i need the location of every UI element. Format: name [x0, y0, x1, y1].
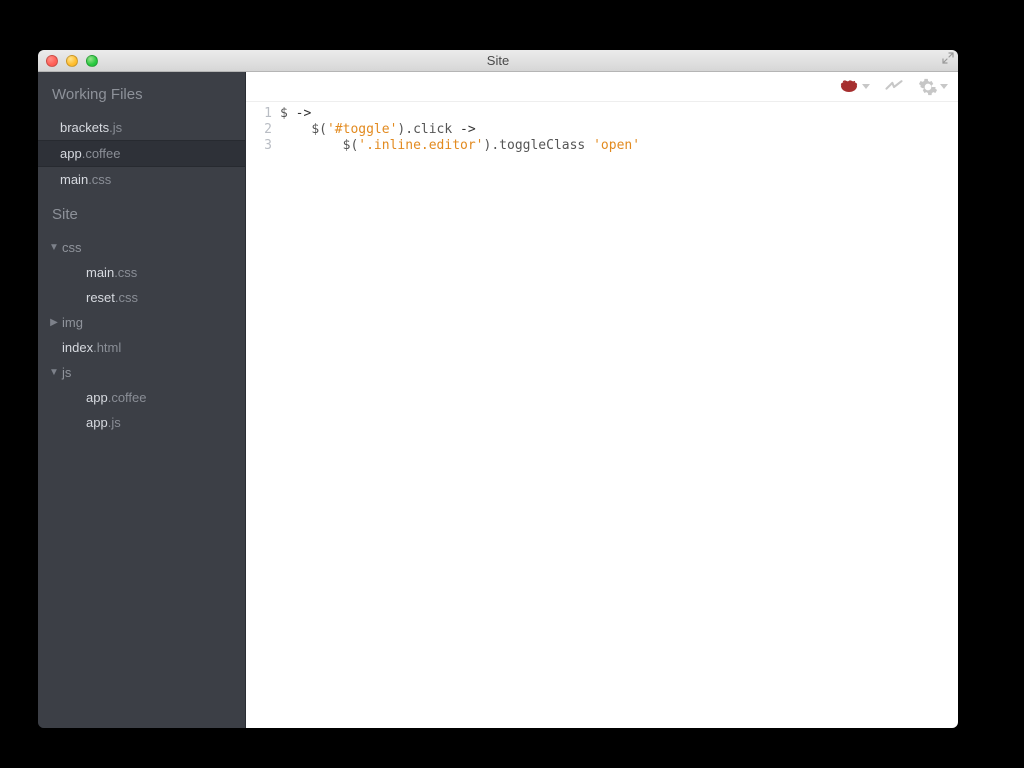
tree-file[interactable]: main.css	[38, 260, 245, 285]
file-basename: main	[86, 265, 114, 280]
file-ext: .js	[108, 415, 121, 430]
code-token: $(	[343, 138, 359, 153]
line-number: 3	[246, 138, 272, 154]
code-token: '#toggle'	[327, 122, 397, 137]
chevron-down-icon[interactable]: ▼	[48, 367, 60, 378]
working-files-header: Working Files	[38, 72, 245, 115]
titlebar: Site	[38, 50, 958, 72]
tree-file[interactable]: app.js	[38, 410, 245, 435]
chevron-right-icon[interactable]: ▶	[48, 317, 60, 328]
code-token: ).toggleClass	[484, 138, 594, 153]
code-line[interactable]: $('#toggle').click ->	[280, 122, 958, 138]
live-preview-button[interactable]	[884, 78, 904, 96]
tree-folder[interactable]: ▶img	[38, 310, 245, 335]
code-line[interactable]: $ ->	[280, 106, 958, 122]
working-file-item[interactable]: app.coffee	[38, 140, 245, 167]
chevron-down-icon	[940, 84, 948, 89]
file-basename: app	[60, 146, 82, 161]
coffeescript-button[interactable]	[838, 78, 870, 96]
working-file-item[interactable]: main.css	[38, 167, 245, 192]
code-token: ->	[296, 106, 312, 121]
tree-file[interactable]: app.coffee	[38, 385, 245, 410]
code-token: '.inline.editor'	[358, 138, 483, 153]
code-area[interactable]: $ -> $('#toggle').click -> $('.inline.ed…	[280, 106, 958, 728]
file-basename: brackets	[60, 120, 109, 135]
file-ext: .coffee	[82, 146, 121, 161]
app-window: Site Working Files brackets.jsapp.coffee…	[38, 50, 958, 728]
file-basename: app	[86, 390, 108, 405]
editor-toolbar	[246, 72, 958, 102]
code-token: $	[280, 106, 296, 121]
file-ext: .css	[88, 172, 111, 187]
file-basename: main	[60, 172, 88, 187]
file-ext: .css	[115, 290, 138, 305]
tree-folder[interactable]: ▼css	[38, 235, 245, 260]
tree-folder[interactable]: ▼js	[38, 360, 245, 385]
window-controls	[38, 55, 98, 67]
line-number: 1	[246, 106, 272, 122]
coffeescript-icon	[838, 78, 860, 96]
code-token: $(	[311, 122, 327, 137]
close-window-button[interactable]	[46, 55, 58, 67]
file-ext: .html	[93, 340, 121, 355]
gear-icon	[918, 77, 938, 97]
indent	[280, 122, 311, 137]
window-title: Site	[38, 53, 958, 68]
project-tree: ▼cssmain.cssreset.css▶imgindex.html▼jsap…	[38, 235, 245, 435]
code-editor[interactable]: 123 $ -> $('#toggle').click -> $('.inlin…	[246, 102, 958, 728]
code-token: ->	[460, 122, 476, 137]
line-number-gutter: 123	[246, 106, 280, 728]
fullscreen-icon[interactable]	[942, 52, 954, 67]
folder-name: js	[62, 365, 71, 380]
tree-file[interactable]: reset.css	[38, 285, 245, 310]
chevron-down-icon[interactable]: ▼	[48, 242, 60, 253]
working-files-list: brackets.jsapp.coffeemain.css	[38, 115, 245, 192]
zoom-window-button[interactable]	[86, 55, 98, 67]
folder-name: img	[62, 315, 83, 330]
file-ext: .coffee	[108, 390, 147, 405]
working-file-item[interactable]: brackets.js	[38, 115, 245, 140]
file-basename: index	[62, 340, 93, 355]
code-token: ).click	[397, 122, 460, 137]
file-basename: reset	[86, 290, 115, 305]
code-line[interactable]: $('.inline.editor').toggleClass 'open'	[280, 138, 958, 154]
file-basename: app	[86, 415, 108, 430]
project-header: Site	[38, 192, 245, 235]
main-panel: 123 $ -> $('#toggle').click -> $('.inlin…	[246, 72, 958, 728]
tree-file[interactable]: index.html	[38, 335, 245, 360]
sidebar: Working Files brackets.jsapp.coffeemain.…	[38, 72, 246, 728]
indent	[280, 138, 343, 153]
settings-button[interactable]	[918, 77, 948, 97]
file-ext: .js	[109, 120, 122, 135]
file-ext: .css	[114, 265, 137, 280]
chevron-down-icon	[862, 84, 870, 89]
code-token: 'open'	[593, 138, 640, 153]
live-preview-icon	[884, 78, 904, 96]
minimize-window-button[interactable]	[66, 55, 78, 67]
folder-name: css	[62, 240, 82, 255]
line-number: 2	[246, 122, 272, 138]
